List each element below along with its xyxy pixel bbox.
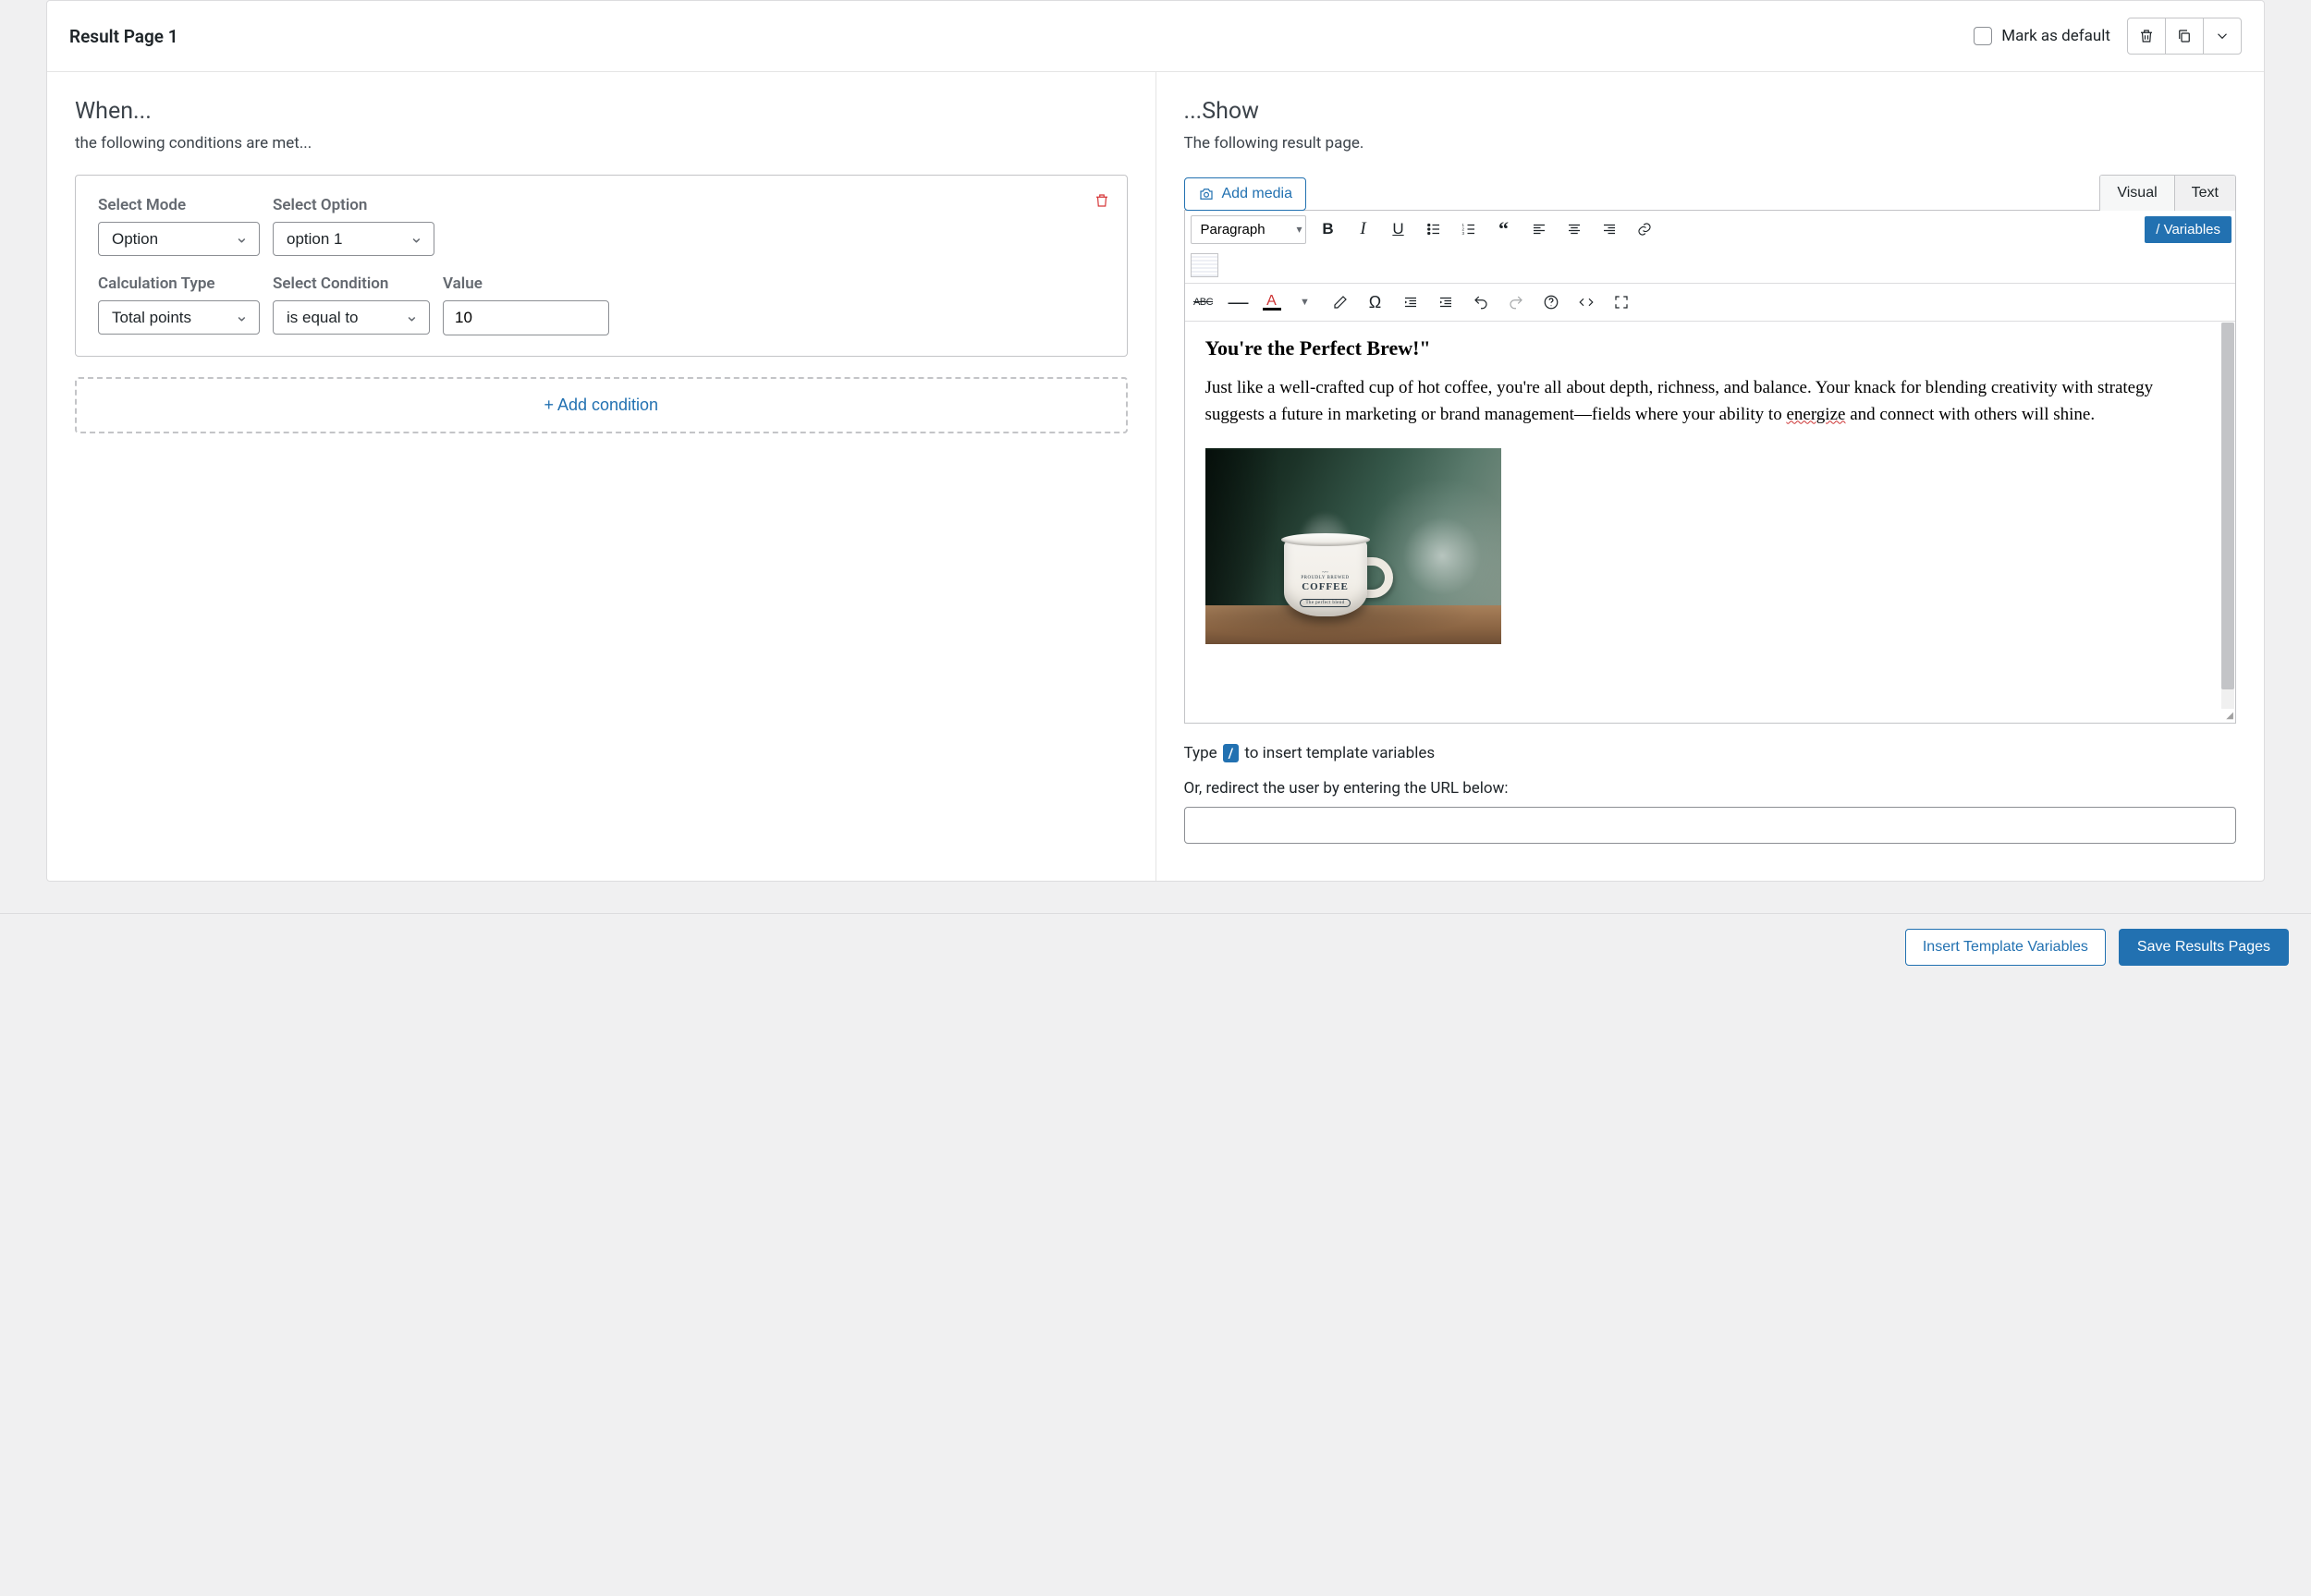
select-condition[interactable]: is equal to [273,300,430,335]
underline-icon: U [1392,220,1403,238]
label-select-option: Select Option [273,196,434,214]
bullet-list-icon [1425,221,1442,238]
special-char-button[interactable]: Ω [1359,286,1392,319]
expand-toggle-button[interactable] [2203,18,2242,55]
editor-scrollbar[interactable] [2221,323,2234,709]
numbered-list-button[interactable]: 123 [1452,213,1486,246]
indent-button[interactable] [1429,286,1462,319]
editor-resize-handle[interactable]: ◢ [1185,710,2236,723]
bullet-list-button[interactable] [1417,213,1450,246]
code-button[interactable] [1570,286,1603,319]
italic-icon: I [1360,219,1365,239]
editor-content[interactable]: You're the Perfect Brew!" Just like a we… [1185,322,2236,710]
label-select-condition: Select Condition [273,274,430,293]
mark-default-label[interactable]: Mark as default [1974,27,2110,45]
delete-page-button[interactable] [2127,18,2166,55]
duplicate-page-button[interactable] [2165,18,2204,55]
help-icon [1543,294,1559,311]
select-mode[interactable]: Option [98,222,260,256]
blockquote-button[interactable]: “ [1487,213,1521,246]
indent-icon [1437,294,1454,311]
mark-default-text: Mark as default [2001,27,2110,45]
template-hint: Type / to insert template variables [1184,744,2237,762]
outdent-button[interactable] [1394,286,1427,319]
link-button[interactable] [1628,213,1661,246]
svg-text:3: 3 [1461,231,1464,236]
align-right-button[interactable] [1593,213,1626,246]
when-subtitle: the following conditions are met... [75,134,1128,152]
variables-button[interactable]: / Variables [2145,216,2232,243]
save-results-pages-button[interactable]: Save Results Pages [2119,929,2289,966]
undo-icon [1473,294,1489,311]
camera-icon [1198,186,1215,202]
quote-icon: “ [1498,217,1509,241]
content-paragraph: Just like a well-crafted cup of hot coff… [1205,375,2216,428]
hr-icon: — [1229,290,1249,314]
content-image: ~~ PROUDLY BREWED COFFEE The perfect ble… [1205,448,1501,644]
align-center-icon [1566,221,1583,238]
value-input[interactable] [443,300,609,335]
chevron-down-icon [2214,28,2231,44]
redo-icon [1508,294,1524,311]
fullscreen-button[interactable] [1605,286,1638,319]
strikethrough-icon: ABC [1193,297,1213,308]
slash-badge: / [1223,744,1240,762]
caret-down-icon: ▼ [1300,297,1310,308]
mark-default-checkbox[interactable] [1974,27,1992,45]
when-title: When... [75,98,1128,125]
trash-icon [1094,192,1110,209]
redirect-label: Or, redirect the user by entering the UR… [1184,779,2237,798]
strikethrough-button[interactable]: ABC [1187,286,1220,319]
omega-icon: Ω [1369,293,1381,312]
horizontal-rule-button[interactable]: — [1222,286,1255,319]
page-title: Result Page 1 [69,26,178,47]
align-center-button[interactable] [1558,213,1591,246]
select-calc-type[interactable]: Total points [98,300,260,335]
align-left-icon [1531,221,1547,238]
add-media-label: Add media [1222,186,1293,202]
show-subtitle: The following result page. [1184,134,2237,152]
align-right-icon [1601,221,1618,238]
tab-visual[interactable]: Visual [2100,176,2174,211]
label-select-mode: Select Mode [98,196,260,214]
undo-button[interactable] [1464,286,1498,319]
label-value: Value [443,274,609,293]
spellcheck-word: energize [1786,405,1845,424]
label-calculation-type: Calculation Type [98,274,260,293]
redo-button[interactable] [1499,286,1533,319]
help-button[interactable] [1535,286,1568,319]
outdent-icon [1402,294,1419,311]
editor-toolbar-row-1: Paragraph B I U 123 “ / Variables [1185,211,2236,284]
text-color-icon: A [1266,295,1277,308]
text-color-button[interactable]: A [1257,286,1287,319]
add-media-button[interactable]: Add media [1184,177,1307,211]
select-option[interactable]: option 1 [273,222,434,256]
underline-button[interactable]: U [1382,213,1415,246]
bold-button[interactable]: B [1312,213,1345,246]
numbered-list-icon: 123 [1461,221,1477,238]
editor-toolbar-row-2: ABC — A ▼ Ω [1185,284,2236,322]
redirect-url-input[interactable] [1184,807,2237,844]
insert-template-variables-button[interactable]: Insert Template Variables [1905,929,2106,966]
clear-formatting-button[interactable] [1324,286,1357,319]
delete-condition-button[interactable] [1094,192,1110,213]
text-color-dropdown[interactable]: ▼ [1289,286,1322,319]
bold-icon: B [1322,220,1333,238]
tab-text[interactable]: Text [2175,176,2235,211]
content-heading: You're the Perfect Brew!" [1205,336,2216,360]
fullscreen-icon [1613,294,1630,311]
trash-icon [2138,28,2155,44]
format-select[interactable]: Paragraph [1191,215,1306,244]
background-color-button[interactable] [1191,253,1218,277]
eraser-icon [1332,294,1349,311]
link-icon [1636,221,1653,238]
show-title: ...Show [1184,98,2237,125]
align-left-button[interactable] [1522,213,1556,246]
condition-box: Select Mode Option Select Option [75,175,1128,357]
add-condition-button[interactable]: + Add condition [75,377,1128,433]
code-icon [1578,294,1595,311]
italic-button[interactable]: I [1347,213,1380,246]
copy-icon [2176,28,2193,44]
